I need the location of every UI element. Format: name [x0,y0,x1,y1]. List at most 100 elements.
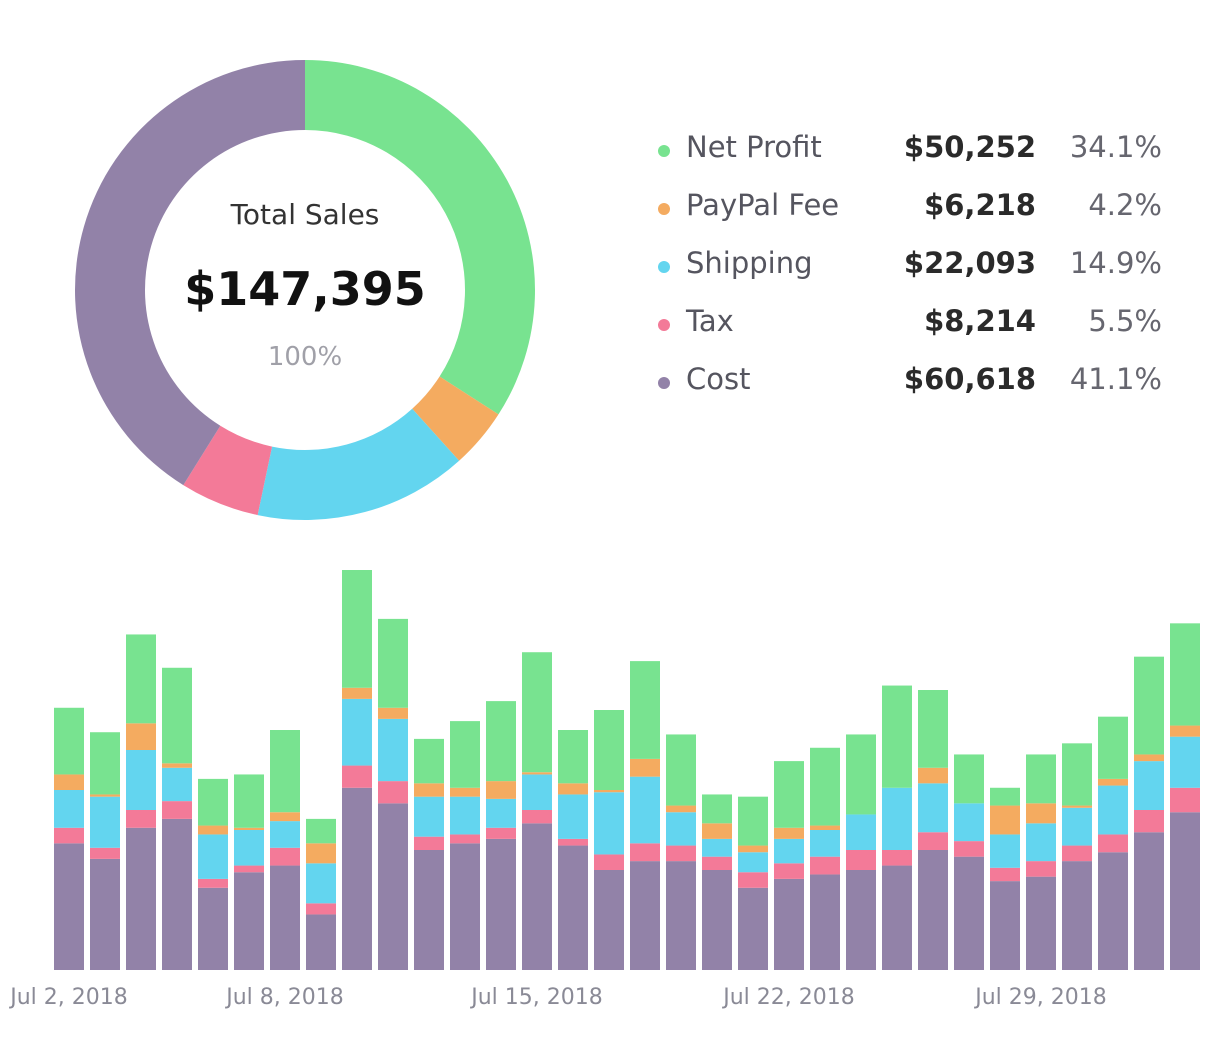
bar-segment-net-profit[interactable] [918,690,948,768]
bar-segment-tax[interactable] [954,841,984,857]
bar-segment-net-profit[interactable] [666,734,696,806]
bar-segment-cost[interactable] [594,870,624,970]
bar-segment-tax[interactable] [918,832,948,850]
bar-segment-cost[interactable] [918,850,948,970]
bar-segment-shipping[interactable] [954,803,984,842]
bar-segment-shipping[interactable] [522,774,552,810]
bar-segment-net-profit[interactable] [1134,656,1164,755]
bar-segment-tax[interactable] [342,765,372,788]
bar-segment-tax[interactable] [54,827,84,844]
bar-segment-shipping[interactable] [414,796,444,837]
bar-segment-shipping[interactable] [342,698,372,766]
bar-segment-tax[interactable] [414,836,444,850]
bar-segment-shipping[interactable] [90,796,120,848]
bar-segment-net-profit[interactable] [630,661,660,759]
bar-segment-cost[interactable] [54,843,84,970]
bar-segment-net-profit[interactable] [1062,743,1092,806]
bar-segment-cost[interactable] [270,865,300,970]
bar-segment-tax[interactable] [990,867,1020,882]
bar-segment-shipping[interactable] [1026,823,1056,862]
bar-segment-net-profit[interactable] [126,634,156,724]
bar-segment-cost[interactable] [486,838,516,970]
bar-segment-tax[interactable] [1026,861,1056,877]
bar-segment-paypal-fee[interactable] [270,812,300,822]
bar-segment-tax[interactable] [1134,810,1164,833]
bar-segment-net-profit[interactable] [162,667,192,764]
bar-segment-tax[interactable] [306,903,336,915]
bar-segment-paypal-fee[interactable] [414,783,444,797]
bar-segment-cost[interactable] [378,803,408,970]
bar-segment-cost[interactable] [342,787,372,970]
bar-segment-net-profit[interactable] [234,774,264,828]
bar-segment-paypal-fee[interactable] [378,707,408,719]
bar-segment-net-profit[interactable] [594,710,624,790]
bar-segment-tax[interactable] [234,865,264,873]
bar-segment-cost[interactable] [522,823,552,970]
bar-segment-shipping[interactable] [270,821,300,848]
bar-segment-tax[interactable] [810,856,840,875]
bar-segment-net-profit[interactable] [1170,623,1200,726]
bar-segment-shipping[interactable] [1098,785,1128,835]
bar-segment-shipping[interactable] [450,796,480,835]
bar-segment-net-profit[interactable] [270,730,300,813]
bar-segment-cost[interactable] [954,856,984,970]
bar-segment-shipping[interactable] [162,767,192,802]
bar-segment-tax[interactable] [1062,845,1092,862]
bar-segment-tax[interactable] [846,850,876,870]
bar-segment-net-profit[interactable] [522,652,552,773]
bar-segment-cost[interactable] [666,861,696,970]
bar-segment-paypal-fee[interactable] [558,783,588,795]
bar-segment-shipping[interactable] [738,852,768,873]
bar-segment-net-profit[interactable] [954,754,984,804]
bar-segment-paypal-fee[interactable] [450,787,480,797]
bar-segment-paypal-fee[interactable] [342,687,372,699]
bar-segment-shipping[interactable] [774,838,804,864]
bar-segment-cost[interactable] [198,887,228,970]
bar-segment-tax[interactable] [774,863,804,879]
bar-segment-net-profit[interactable] [450,721,480,788]
bar-segment-tax[interactable] [558,838,588,846]
bar-segment-net-profit[interactable] [774,761,804,828]
bar-segment-tax[interactable] [738,872,768,888]
bar-segment-net-profit[interactable] [990,787,1020,806]
bar-segment-shipping[interactable] [558,794,588,839]
bar-segment-tax[interactable] [702,856,732,870]
bar-segment-net-profit[interactable] [1026,754,1056,804]
bar-segment-paypal-fee[interactable] [306,843,336,864]
bar-segment-net-profit[interactable] [90,732,120,795]
bar-segment-paypal-fee[interactable] [54,774,84,790]
bar-segment-shipping[interactable] [810,830,840,857]
bar-segment-shipping[interactable] [918,783,948,833]
bar-segment-cost[interactable] [450,843,480,970]
bar-segment-paypal-fee[interactable] [738,845,768,853]
bar-segment-tax[interactable] [378,781,408,804]
bar-segment-cost[interactable] [990,881,1020,970]
bar-segment-net-profit[interactable] [306,818,336,844]
bar-segment-cost[interactable] [126,827,156,970]
bar-segment-tax[interactable] [522,810,552,824]
bar-segment-cost[interactable] [162,818,192,970]
bar-segment-paypal-fee[interactable] [522,772,552,775]
bar-segment-net-profit[interactable] [882,685,912,788]
bar-segment-paypal-fee[interactable] [666,805,696,813]
bar-segment-paypal-fee[interactable] [810,825,840,830]
bar-segment-cost[interactable] [630,861,660,970]
bar-segment-paypal-fee[interactable] [1062,805,1092,808]
bar-segment-shipping[interactable] [306,863,336,904]
bar-segment-tax[interactable] [666,845,696,862]
bar-segment-shipping[interactable] [198,834,228,879]
bar-segment-paypal-fee[interactable] [1170,725,1200,737]
bar-segment-cost[interactable] [738,887,768,970]
bar-segment-shipping[interactable] [666,812,696,846]
bar-segment-tax[interactable] [1098,834,1128,853]
bar-segment-cost[interactable] [882,865,912,970]
bar-segment-tax[interactable] [486,827,516,839]
bar-segment-shipping[interactable] [1170,736,1200,788]
bar-segment-shipping[interactable] [1134,761,1164,810]
bar-segment-shipping[interactable] [594,792,624,855]
bar-segment-paypal-fee[interactable] [594,790,624,793]
bar-segment-shipping[interactable] [702,838,732,857]
bar-segment-net-profit[interactable] [702,794,732,824]
bar-segment-cost[interactable] [1026,876,1056,970]
bar-segment-cost[interactable] [810,874,840,970]
